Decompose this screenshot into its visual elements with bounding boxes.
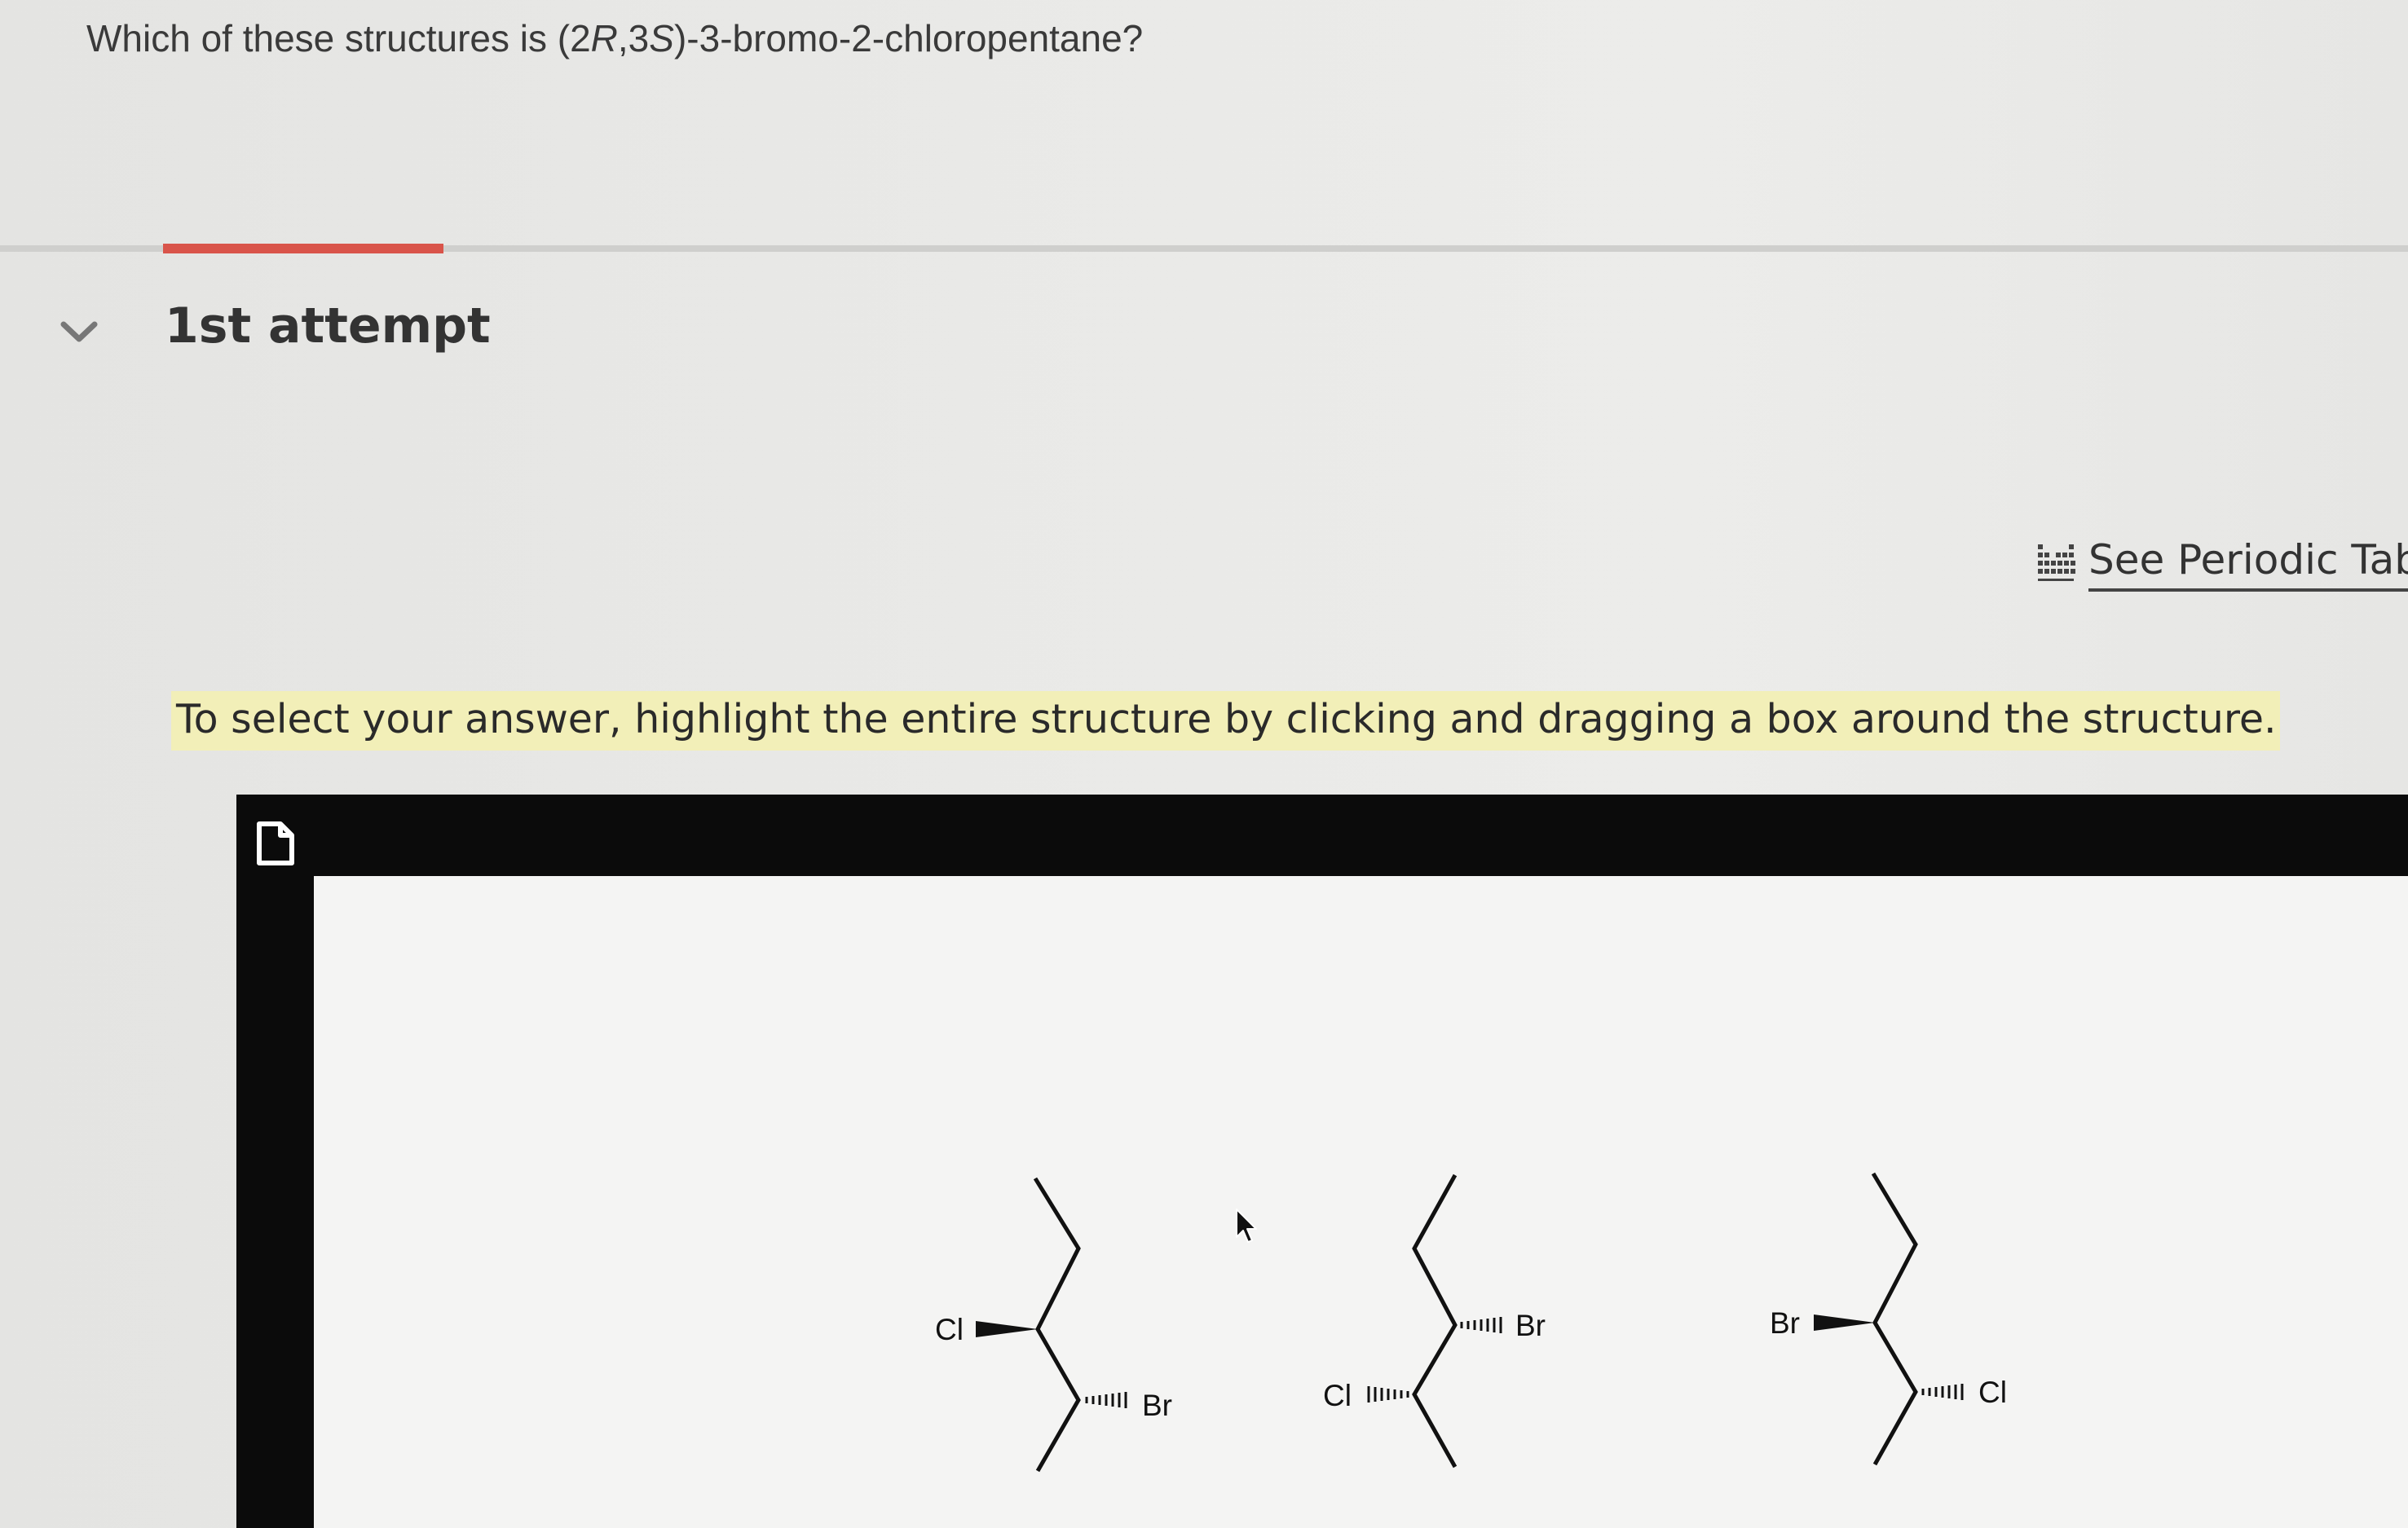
document-icon[interactable] (253, 819, 298, 868)
structure-selection-panel: Cl Br Br Cl Br Cl (236, 795, 2408, 1528)
instruction-text: To select your answer, highlight the ent… (171, 691, 2280, 751)
hash-bond (1921, 1384, 1964, 1400)
atom-label: Br (1515, 1309, 1546, 1342)
chevron-down-icon[interactable] (59, 316, 99, 349)
periodic-table-label: See Periodic Table (2088, 536, 2408, 592)
wedge-bond (1814, 1314, 1875, 1331)
see-periodic-table-link[interactable]: See Periodic Table (2035, 531, 2408, 597)
atom-label: Br (1142, 1389, 1172, 1422)
atom-label: Br (1770, 1306, 1800, 1340)
question-text: Which of these structures is (2R,3S)-3-b… (86, 17, 1144, 59)
structure-option-1[interactable]: Cl Br (935, 1177, 1172, 1473)
mouse-cursor-icon (1236, 1209, 1257, 1243)
hash-bond (1085, 1392, 1127, 1408)
atom-label: Cl (1978, 1376, 2007, 1409)
hash-bond (1367, 1386, 1409, 1403)
attempt-progress-accent (163, 244, 443, 253)
attempt-heading: 1st attempt (165, 297, 491, 354)
drawing-canvas[interactable]: Cl Br Br Cl Br Cl (314, 876, 2408, 1528)
structure-option-2[interactable]: Br Cl (1323, 1174, 1546, 1469)
structures-canvas: Cl Br Br Cl Br Cl (935, 1172, 2007, 1473)
structure-option-3[interactable]: Br Cl (1770, 1172, 2007, 1466)
wedge-bond (976, 1321, 1038, 1337)
periodic-table-icon (2038, 544, 2075, 581)
atom-label: Cl (1323, 1379, 1352, 1412)
atom-label: Cl (935, 1313, 964, 1346)
hash-bond (1460, 1317, 1502, 1333)
